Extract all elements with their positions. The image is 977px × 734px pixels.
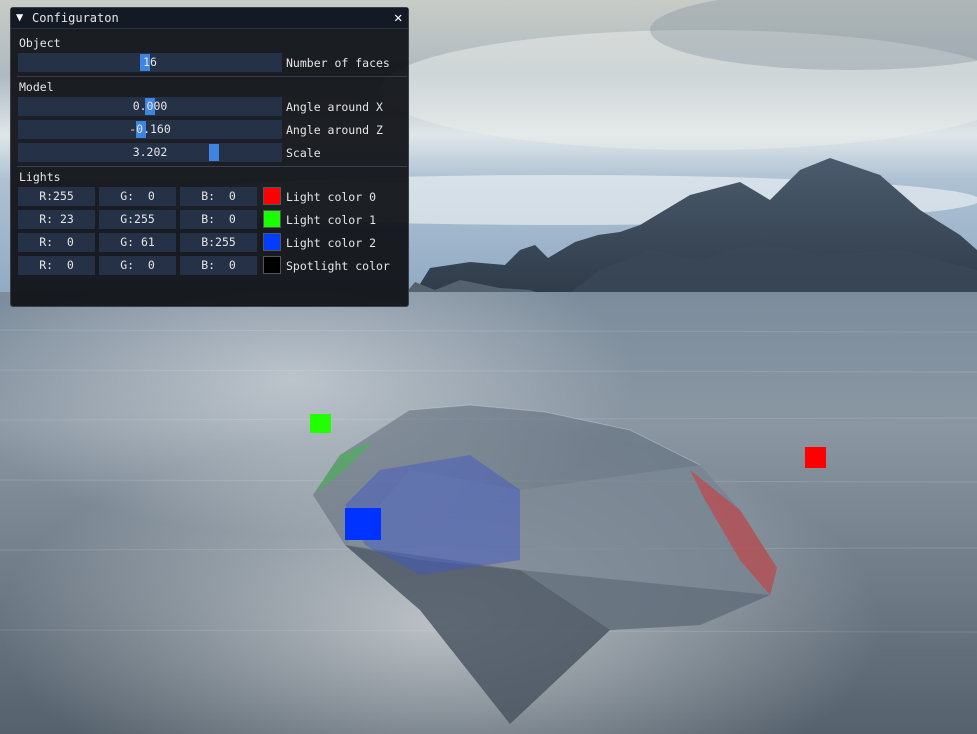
spotlight-color-swatch[interactable]	[263, 256, 281, 274]
light-1-r-field[interactable]: R: 23	[18, 210, 95, 229]
angle-z-slider[interactable]: -0.160	[18, 120, 282, 139]
light-2-b-field[interactable]: B:255	[180, 233, 257, 252]
light-1-b-value: B: 0	[201, 212, 236, 226]
scale-value: 3.202	[132, 145, 168, 159]
light-1-label: Light color 1	[286, 213, 377, 227]
light-0-b-field[interactable]: B: 0	[180, 187, 257, 206]
window-titlebar[interactable]: ▼ Configuraton ✕	[11, 8, 408, 29]
faces-label: Number of faces	[286, 56, 390, 70]
close-icon[interactable]: ✕	[394, 9, 402, 27]
light-2-label: Light color 2	[286, 236, 377, 250]
separator	[17, 166, 407, 167]
light-1-color-swatch[interactable]	[263, 210, 281, 228]
light-2-b-value: B:255	[201, 235, 236, 249]
configuration-window[interactable]: ▼ Configuraton ✕ Object 16 Number of fac…	[10, 7, 409, 307]
angle-x-label: Angle around X	[286, 100, 383, 114]
scale-label: Scale	[286, 146, 321, 160]
light-0-r-field[interactable]: R:255	[18, 187, 95, 206]
light-1-r-value: R: 23	[39, 212, 74, 226]
light-1-g-field[interactable]: G:255	[99, 210, 176, 229]
faces-value: 16	[143, 55, 157, 69]
light-1-b-field[interactable]: B: 0	[180, 210, 257, 229]
spotlight-r-field[interactable]: R: 0	[18, 256, 95, 275]
spotlight-b-value: B: 0	[201, 258, 236, 272]
light-0-color-swatch[interactable]	[263, 187, 281, 205]
light-1-g-value: G:255	[120, 212, 155, 226]
light-2-cube	[345, 508, 381, 540]
model-header: Model	[19, 80, 54, 94]
angle-x-slider[interactable]: 0.000	[18, 97, 282, 116]
lights-header: Lights	[19, 170, 61, 184]
spotlight-g-value: G: 0	[120, 258, 155, 272]
light-1-cube	[310, 414, 331, 433]
angle-x-value: 0.000	[132, 99, 168, 113]
light-0-g-field[interactable]: G: 0	[99, 187, 176, 206]
angle-z-label: Angle around Z	[286, 123, 383, 137]
light-0-g-value: G: 0	[120, 189, 155, 203]
separator	[17, 76, 407, 77]
object-header: Object	[19, 36, 61, 50]
light-2-r-field[interactable]: R: 0	[18, 233, 95, 252]
angle-z-value: -0.160	[129, 122, 171, 136]
window-title: Configuraton	[32, 11, 119, 25]
spotlight-label: Spotlight color	[286, 259, 390, 273]
light-0-r-value: R:255	[39, 189, 74, 203]
light-2-g-field[interactable]: G: 61	[99, 233, 176, 252]
faces-slider[interactable]: 16	[18, 53, 282, 72]
spotlight-b-field[interactable]: B: 0	[180, 256, 257, 275]
light-2-color-swatch[interactable]	[263, 233, 281, 251]
light-0-cube	[805, 447, 826, 468]
light-0-b-value: B: 0	[201, 189, 236, 203]
light-2-g-value: G: 61	[120, 235, 155, 249]
light-2-r-value: R: 0	[39, 235, 74, 249]
spotlight-r-value: R: 0	[39, 258, 74, 272]
collapse-arrow-icon[interactable]: ▼	[16, 10, 23, 24]
spotlight-g-field[interactable]: G: 0	[99, 256, 176, 275]
scale-slider[interactable]: 3.202	[18, 143, 282, 162]
light-0-label: Light color 0	[286, 190, 377, 204]
